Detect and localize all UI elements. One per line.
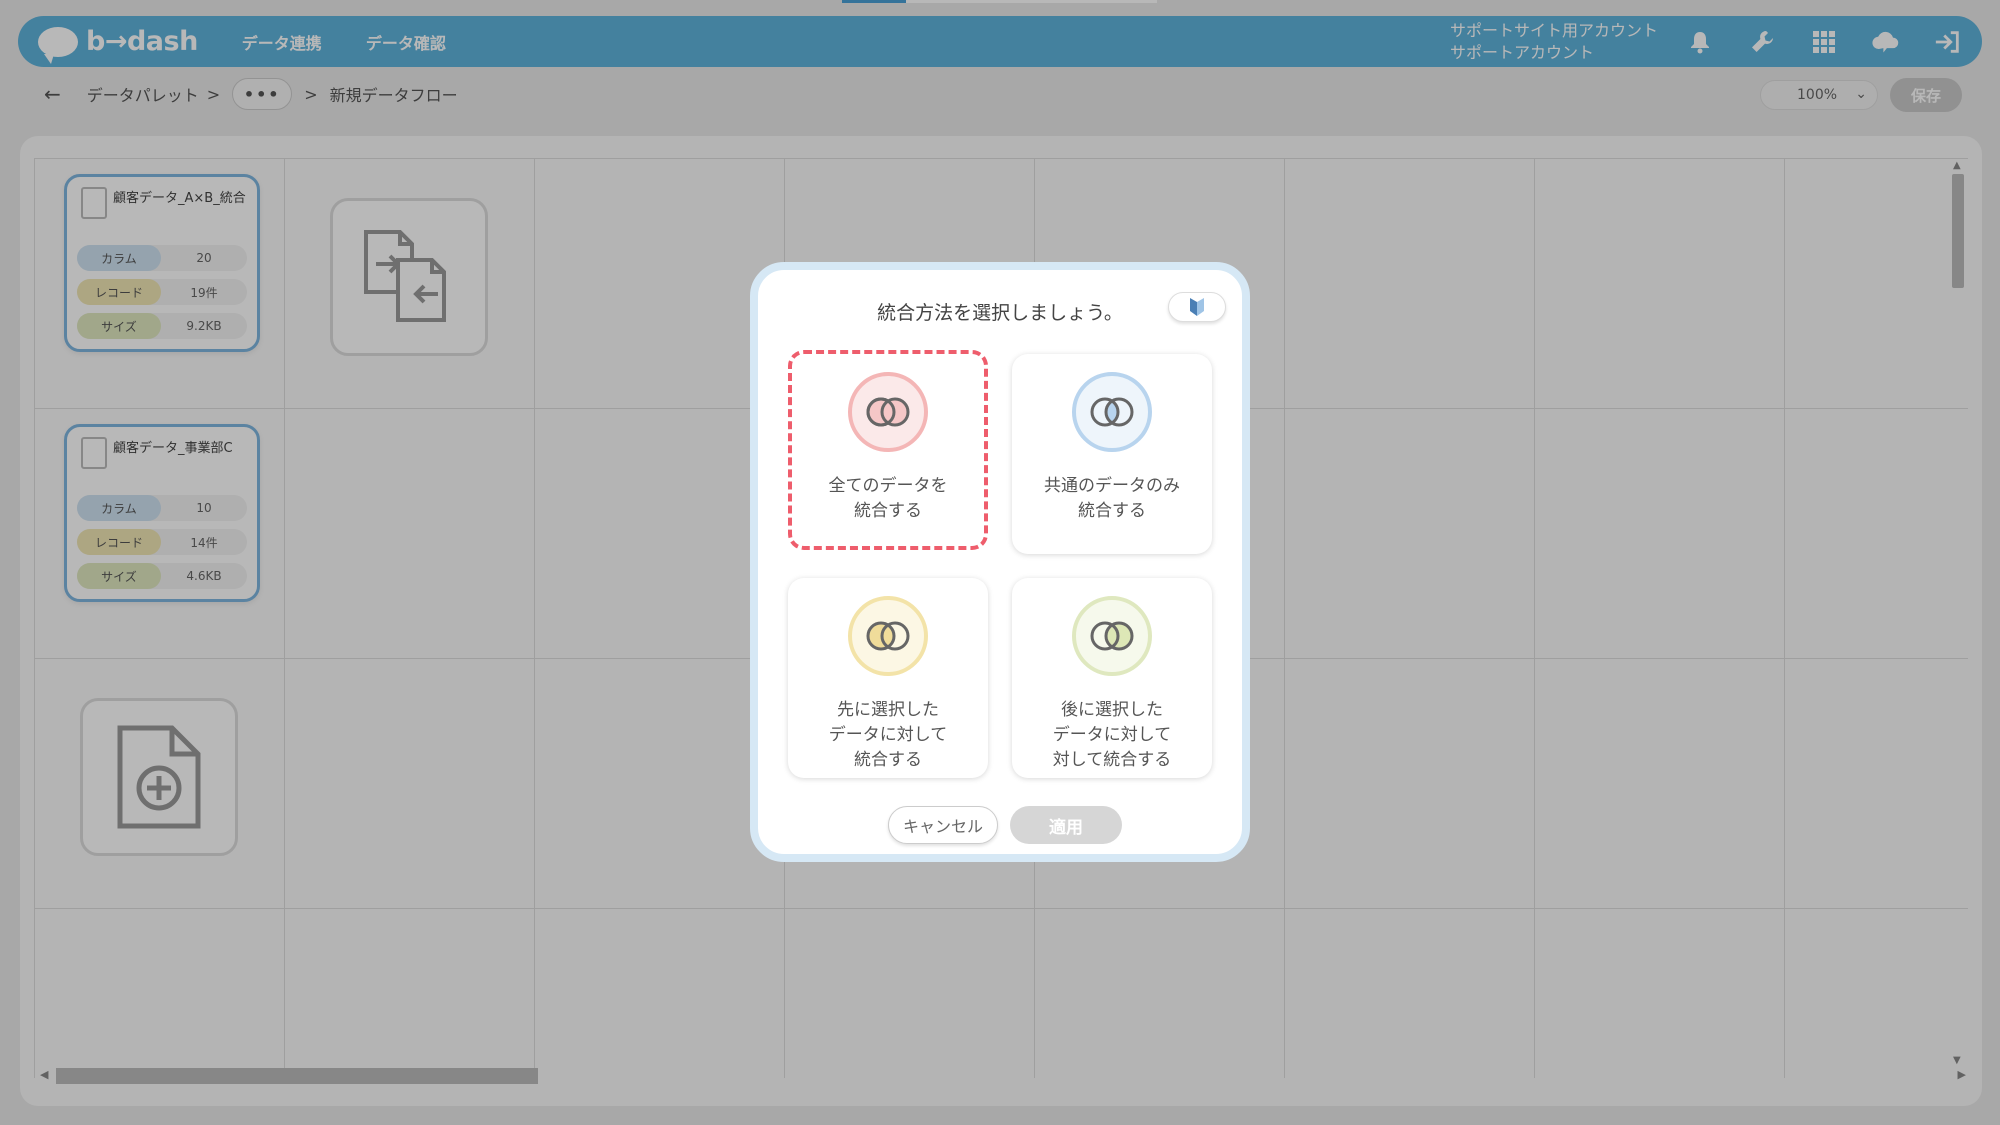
venn-left-join-icon	[866, 621, 910, 651]
cancel-button[interactable]: キャンセル	[888, 806, 998, 844]
inner-join-circle	[1072, 372, 1152, 452]
option-label: 全てのデータを 統合する	[828, 476, 948, 521]
option-label: 共通のデータのみ 統合する	[1044, 476, 1180, 521]
right-join-circle	[1072, 596, 1152, 676]
guide-button[interactable]	[1168, 292, 1226, 322]
option-label: 後に選択した データに対して 対して統合する	[1052, 700, 1172, 770]
option-left-join[interactable]: 先に選択した データに対して 統合する	[788, 578, 988, 778]
merge-method-dialog: 統合方法を選択しましょう。 全てのデータを 統合する 共通のデータのみ 統合する	[750, 262, 1250, 862]
venn-full-join-icon	[866, 397, 910, 427]
option-label: 先に選択した データに対して 統合する	[828, 700, 948, 770]
full-join-circle	[848, 372, 928, 452]
option-right-join[interactable]: 後に選択した データに対して 対して統合する	[1012, 578, 1212, 778]
option-full-join[interactable]: 全てのデータを 統合する	[788, 350, 988, 550]
venn-right-join-icon	[1090, 621, 1134, 651]
venn-inner-join-icon	[1090, 397, 1134, 427]
option-inner-join[interactable]: 共通のデータのみ 統合する	[1012, 354, 1212, 554]
apply-button[interactable]: 適用	[1010, 806, 1122, 844]
beginner-mark-icon	[1190, 298, 1204, 316]
left-join-circle	[848, 596, 928, 676]
